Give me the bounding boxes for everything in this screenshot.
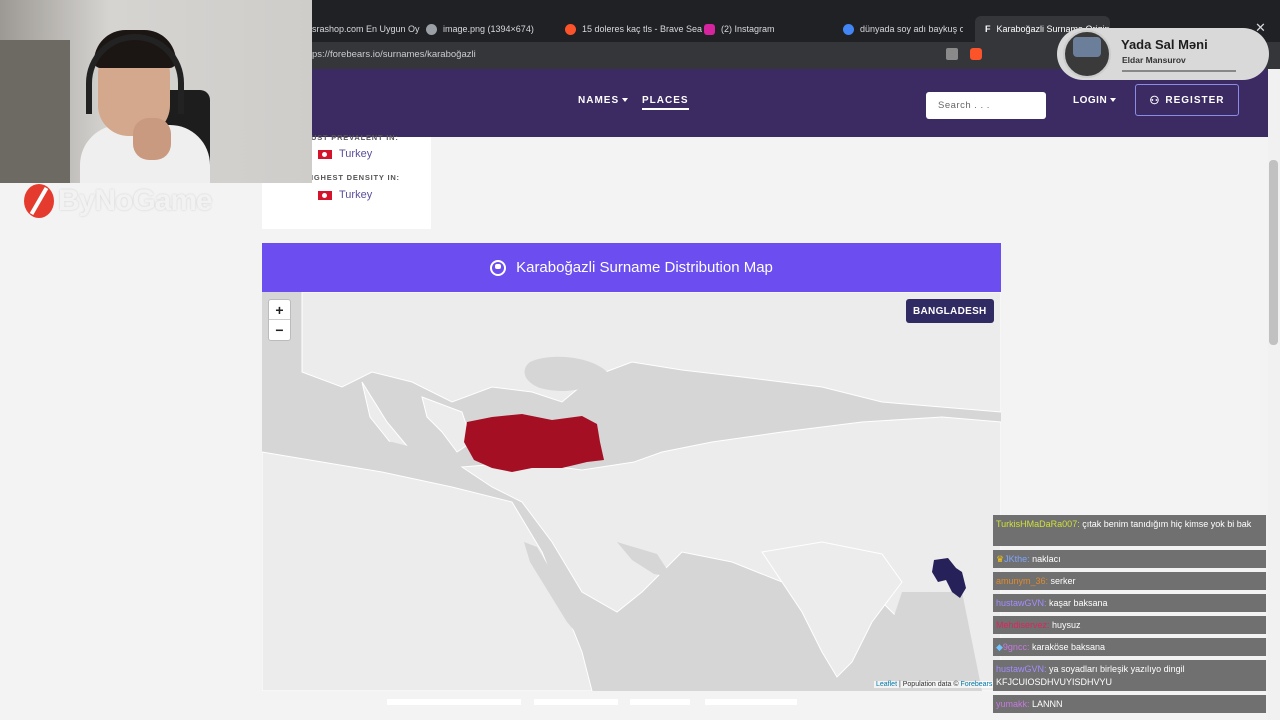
brave-shield-icon[interactable]: [970, 48, 982, 60]
hover-country-badge: BANGLADESH: [906, 299, 994, 323]
chat-username: hustawGVN:: [996, 598, 1047, 608]
bottom-tab[interactable]: [534, 699, 618, 705]
brand-text: ByNoGame: [58, 184, 213, 217]
chevron-down-icon: [1110, 98, 1117, 103]
turkey-flag-icon: [318, 190, 332, 200]
turkey-flag-icon: [318, 149, 332, 159]
bottom-tab[interactable]: [630, 699, 690, 705]
address-bar-icons: [946, 48, 982, 60]
chat-message: TurkisHMaDaRa007: çıtak benim tanıdığım …: [993, 515, 1266, 546]
tab-label: 15 doleres kaç tls - Brave Sea: [582, 24, 703, 34]
chat-message: hustawGVN: kaşar baksana: [993, 594, 1266, 612]
chat-text: çıtak benim tanıdığım hiç kimse yok bi b…: [1079, 519, 1252, 529]
chat-username: amunym_36:: [996, 576, 1049, 586]
tab-label: (2) Instagram: [721, 24, 775, 34]
most-prevalent-value[interactable]: Turkey: [318, 148, 372, 160]
chat-message: ♛JKthe: naklacı: [993, 550, 1266, 568]
map-canvas[interactable]: [262, 292, 1001, 691]
globe-icon: [426, 23, 437, 35]
chat-text: serker: [1048, 576, 1076, 586]
scrollbar-thumb[interactable]: [1269, 160, 1278, 345]
distribution-map[interactable]: [262, 292, 1001, 691]
leaflet-link[interactable]: Leaflet: [876, 681, 897, 688]
map-zoom-control: + −: [268, 299, 291, 341]
translate-icon[interactable]: [946, 48, 958, 60]
highest-density-value[interactable]: Turkey: [318, 189, 372, 201]
map-section-header: Karaboğazli Surname Distribution Map: [262, 243, 1001, 292]
zoom-in-button[interactable]: +: [269, 300, 290, 320]
chat-username: yumakk:: [996, 699, 1030, 709]
webcam-person-hand: [133, 118, 171, 160]
chat-text: naklacı: [1029, 554, 1061, 564]
nav-places[interactable]: PLACES: [642, 95, 689, 110]
register-label: REGISTER: [1165, 94, 1225, 106]
login-button[interactable]: LOGIN: [1073, 95, 1117, 106]
browser-tab[interactable]: srashop.com En Uygun Oy: [312, 16, 420, 42]
tab-label: image.png (1394×674): [443, 24, 534, 34]
url-text[interactable]: ps://forebears.io/surnames/karaboğazli: [312, 49, 476, 60]
forebears-icon: F: [985, 24, 991, 34]
chat-text: huysuz: [1049, 620, 1081, 630]
chat-text: kaşar baksana: [1046, 598, 1108, 608]
chat-text: LANNN: [1029, 699, 1063, 709]
chat-message: hustawGVN: ya soyadları birleşik yazılıy…: [993, 660, 1266, 691]
chat-username: 9gncc:: [1002, 642, 1030, 652]
brand-mark-icon: [24, 184, 54, 218]
album-art-image: [1073, 37, 1101, 57]
chat-message: yumakk: LANNN: [993, 695, 1266, 713]
most-prevalent-label: UST PREVALENT IN:: [311, 133, 399, 142]
webcam-shelf: [0, 40, 70, 183]
chat-username: TurkisHMaDaRa007:: [996, 519, 1080, 529]
chat-message: amunym_36: serker: [993, 572, 1266, 590]
chat-username: hustawGVN:: [996, 664, 1047, 674]
chevron-down-icon: [622, 98, 629, 103]
attribution-text: | Population data ©: [897, 681, 961, 688]
register-button[interactable]: ⚇ REGISTER: [1135, 84, 1239, 116]
browser-tab[interactable]: (2) Instagram: [704, 16, 775, 42]
browser-tab[interactable]: image.png (1394×674): [426, 16, 534, 42]
webcam-overlay: [0, 0, 312, 183]
track-artist: Eldar Mansurov: [1122, 55, 1186, 65]
country-link[interactable]: Turkey: [339, 148, 372, 160]
tab-label: srashop.com En Uygun Oy: [312, 24, 420, 34]
chat-username: Mehdiservez:: [996, 620, 1050, 630]
diamond-badge-icon: ◆: [996, 642, 1003, 652]
country-link[interactable]: Turkey: [339, 189, 372, 201]
bottom-tab[interactable]: [705, 699, 797, 705]
bottom-tab[interactable]: [387, 699, 521, 705]
tab-label: dünyada soy adı baykuş olan: [860, 24, 963, 34]
brave-icon: [565, 23, 576, 35]
search-input[interactable]: Search . . .: [926, 92, 1046, 119]
browser-tab[interactable]: dünyada soy adı baykuş olan: [843, 16, 963, 42]
user-plus-icon: ⚇: [1149, 94, 1161, 107]
chat-message: Mehdiservez: huysuz: [993, 616, 1266, 634]
stream-brand-logo: ByNoGame: [24, 184, 213, 218]
highest-density-label: IGHEST DENSITY IN:: [311, 173, 400, 182]
login-label: LOGIN: [1073, 95, 1108, 106]
google-icon: [843, 23, 854, 35]
track-progress-bar: [1122, 70, 1236, 72]
globe-icon: [490, 259, 507, 276]
map-attribution: Leaflet | Population data © Forebears: [874, 681, 995, 688]
track-title: Yada Sal Məni: [1121, 37, 1208, 52]
nav-names-label: NAMES: [578, 95, 620, 106]
browser-tab[interactable]: 15 doleres kaç tls - Brave Sea: [565, 16, 702, 42]
instagram-icon: [704, 23, 715, 35]
zoom-out-button[interactable]: −: [269, 320, 290, 340]
crown-badge-icon: ♛: [996, 554, 1005, 564]
chat-username: JKthe:: [1004, 554, 1030, 564]
map-title: Karaboğazli Surname Distribution Map: [516, 259, 773, 276]
chat-text: karaköse baksana: [1029, 642, 1105, 652]
chat-message: ◆9gncc: karaköse baksana: [993, 638, 1266, 656]
forebears-link[interactable]: Forebears: [960, 681, 992, 688]
nav-names[interactable]: NAMES: [578, 95, 629, 106]
